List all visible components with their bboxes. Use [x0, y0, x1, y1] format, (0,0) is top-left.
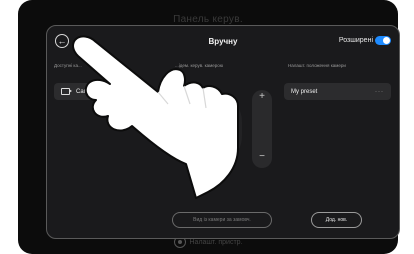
advanced-toggle[interactable]	[375, 36, 391, 45]
camera-icon	[61, 88, 72, 95]
more-icon[interactable]: ···	[375, 89, 384, 95]
pan-tilt-joystick[interactable]: ›	[180, 91, 242, 167]
zoom-out-button[interactable]: −	[252, 151, 272, 162]
camera-control-label: ...ідем. керув. камерою	[175, 63, 224, 68]
add-preset-button[interactable]: Дод. нов.	[311, 212, 362, 228]
preset-name: My preset	[291, 88, 318, 95]
camera-list-item[interactable]: Camera	[54, 83, 138, 100]
available-cameras-label: Доступні ка...	[54, 63, 82, 68]
advanced-label: Розширені	[338, 37, 373, 44]
zoom-in-button[interactable]: +	[252, 91, 272, 102]
zoom-control: + −	[252, 90, 272, 168]
device-settings-label: Налашт. пристр.	[189, 238, 243, 246]
camera-presets-label: Налашт. положення камери	[288, 63, 346, 68]
background-title: Панель керув.	[173, 14, 243, 25]
pan-right-arrow[interactable]: ›	[229, 125, 232, 134]
camera-name: Camera	[76, 88, 98, 95]
camera-control-panel: ← Вручну Розширені Доступні ка... ...іде…	[46, 25, 400, 239]
default-view-button[interactable]: Вид із камери за замовч.	[172, 212, 272, 228]
preset-list-item[interactable]: My preset ···	[284, 83, 391, 100]
